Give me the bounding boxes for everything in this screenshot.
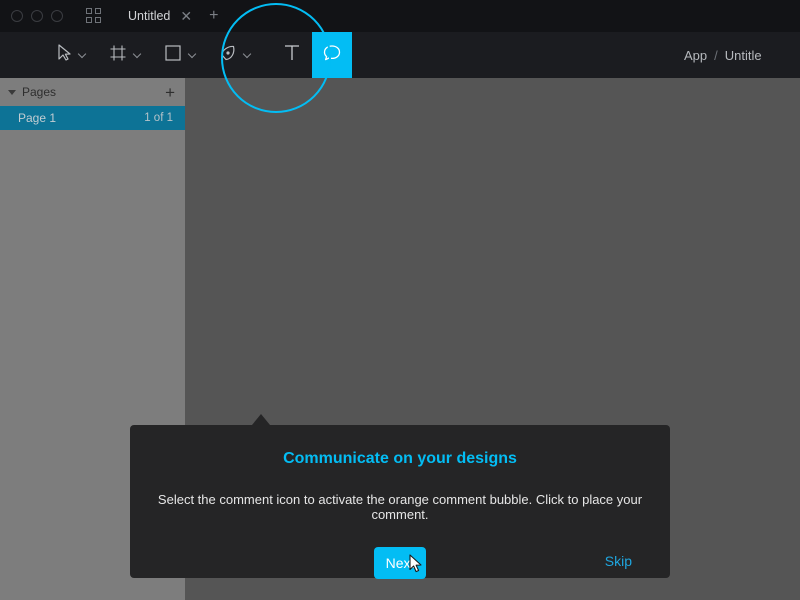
rectangle-tool[interactable] — [164, 32, 197, 78]
window-controls[interactable] — [11, 10, 63, 22]
coachmark-body: Select the comment icon to activate the … — [157, 492, 643, 522]
grid-icon[interactable] — [86, 8, 102, 24]
pen-icon — [219, 44, 237, 67]
grid-cell — [95, 8, 101, 14]
chevron-down-icon[interactable] — [134, 51, 142, 59]
main-menu-button[interactable] — [12, 32, 34, 78]
pages-section-header: Pages + — [0, 78, 185, 106]
skip-link[interactable]: Skip — [605, 553, 632, 569]
chevron-down-icon[interactable] — [244, 51, 252, 59]
breadcrumb: App / Untitle — [680, 32, 800, 78]
toolbar: App / Untitle — [0, 32, 800, 78]
coachmark-dialog: Communicate on your designs Select the c… — [130, 425, 670, 579]
new-tab-button[interactable]: + — [209, 8, 218, 24]
frame-tool[interactable] — [109, 32, 142, 78]
add-page-button[interactable]: + — [165, 84, 175, 101]
document-tab-label: Untitled — [128, 9, 171, 23]
chevron-down-icon[interactable] — [79, 51, 87, 59]
grid-cell — [95, 17, 101, 23]
coachmark-actions: Next Skip — [130, 547, 670, 579]
coachmark-arrow — [252, 414, 270, 425]
document-tab[interactable]: Untitled ✕ — [128, 0, 192, 32]
page-name: Page 1 — [18, 111, 57, 125]
window-close-icon[interactable] — [11, 10, 23, 22]
triangle-down-icon[interactable] — [8, 89, 16, 95]
text-tool-icon — [283, 43, 301, 67]
grid-cell — [86, 8, 92, 14]
pen-tool[interactable] — [219, 32, 252, 78]
breadcrumb-current[interactable]: Untitle — [725, 48, 762, 63]
next-button[interactable]: Next — [374, 547, 426, 579]
coachmark-title: Communicate on your designs — [283, 450, 517, 467]
comment-bubble-icon — [321, 42, 343, 69]
comment-tool[interactable] — [312, 32, 352, 78]
grid-cell — [86, 17, 92, 23]
close-icon[interactable]: ✕ — [180, 9, 192, 23]
breadcrumb-separator: / — [714, 47, 718, 63]
breadcrumb-root[interactable]: App — [684, 48, 707, 63]
title-bar: Untitled ✕ + — [0, 0, 800, 32]
window-minimize-icon[interactable] — [31, 10, 43, 22]
frame-icon — [109, 44, 127, 67]
rectangle-icon — [164, 44, 182, 67]
cursor-select-icon — [56, 43, 72, 67]
window-maximize-icon[interactable] — [51, 10, 63, 22]
select-tool[interactable] — [56, 32, 87, 78]
pages-section-title: Pages — [22, 85, 57, 99]
page-count: 1 of 1 — [144, 112, 173, 124]
text-tool[interactable] — [272, 32, 312, 78]
chevron-down-icon[interactable] — [189, 51, 197, 59]
list-item[interactable]: Page 1 1 of 1 — [0, 106, 185, 130]
